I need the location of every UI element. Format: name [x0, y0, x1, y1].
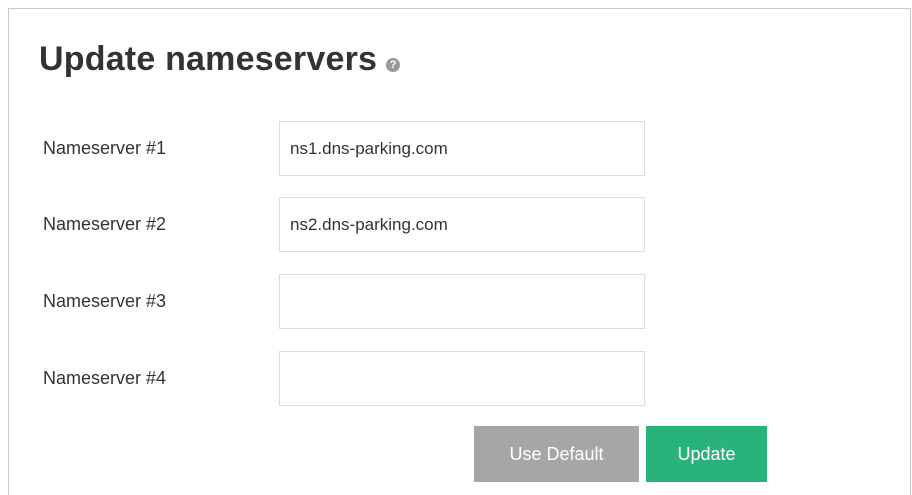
title-row: Update nameservers ? — [39, 39, 401, 79]
nameserver-3-input[interactable] — [279, 274, 645, 329]
nameserver-row-3: Nameserver #3 — [43, 274, 645, 329]
update-nameservers-panel: Update nameservers ? Nameserver #1 Names… — [8, 8, 911, 495]
nameserver-row-2: Nameserver #2 — [43, 197, 645, 252]
nameserver-3-label: Nameserver #3 — [43, 291, 167, 311]
question-circle-icon[interactable]: ? — [386, 58, 401, 72]
nameserver-2-input[interactable] — [279, 197, 645, 252]
nameserver-4-input[interactable] — [279, 351, 645, 406]
nameserver-1-label: Nameserver #1 — [43, 138, 167, 158]
nameserver-2-label: Nameserver #2 — [43, 214, 167, 234]
page-title: Update nameservers — [39, 40, 378, 78]
nameserver-row-4: Nameserver #4 — [43, 351, 645, 406]
nameserver-row-1: Nameserver #1 — [43, 121, 645, 176]
update-button[interactable]: Update — [646, 426, 767, 482]
nameserver-4-label: Nameserver #4 — [43, 368, 167, 388]
use-default-button[interactable]: Use Default — [474, 426, 639, 482]
nameserver-1-input[interactable] — [279, 121, 645, 176]
